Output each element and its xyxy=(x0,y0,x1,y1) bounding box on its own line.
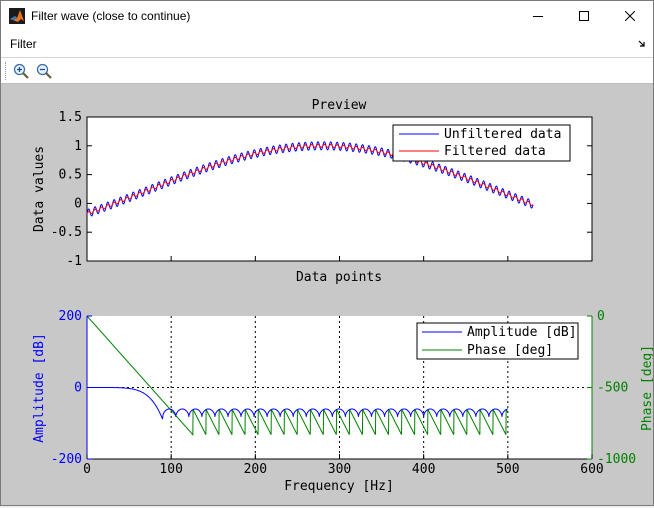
amplitude-ytick-label: 200 xyxy=(59,309,82,324)
zoom-out-button[interactable] xyxy=(34,61,54,81)
frequency-xtick-label: 100 xyxy=(159,462,182,477)
frequency-xtick-label: 400 xyxy=(412,462,435,477)
figure-canvas: Preview Data points Data values 1.5 1 0.5 0… xyxy=(1,84,654,505)
legend-label-phase: Phase [deg] xyxy=(467,343,553,358)
maximize-button[interactable] xyxy=(561,1,607,31)
legend-label-unfiltered: Unfiltered data xyxy=(444,127,561,142)
preview-title: Preview xyxy=(312,98,367,113)
close-button[interactable] xyxy=(607,1,653,31)
frequency-legend: Amplitude [dB] Phase [deg] xyxy=(416,322,579,360)
maximize-icon xyxy=(579,11,589,21)
window-title: Filter wave (close to continue) xyxy=(31,9,191,23)
dock-arrow-icon[interactable] xyxy=(637,39,647,49)
phase-ytick-label: 0 xyxy=(597,309,605,324)
amplitude-ylabel: Amplitude [dB] xyxy=(32,333,47,443)
preview-legend: Unfiltered data Filtered data xyxy=(392,124,571,162)
close-icon xyxy=(625,11,635,21)
figure-svg: Preview Data points Data values 1.5 1 0.5 0… xyxy=(32,98,654,494)
app-window: Filter wave (close to continue) Filter P… xyxy=(0,0,654,506)
menu-filter[interactable]: Filter xyxy=(10,37,37,51)
preview-ytick-label: 0.5 xyxy=(59,168,82,183)
preview-ytick-label: 1.5 xyxy=(59,110,82,125)
frequency-axes: 0 100 200 300 400 500 600 2000-200 0-500-1000 … xyxy=(32,309,654,494)
preview-ytick-label: -1 xyxy=(66,254,82,269)
zoom-in-icon xyxy=(13,63,29,79)
preview-ylabel: Data values xyxy=(32,146,47,232)
preview-axes: Preview Data points Data values 1.5 1 0.5 0… xyxy=(32,98,593,285)
zoom-in-button[interactable] xyxy=(11,61,31,81)
phase-ytick-label: -1000 xyxy=(597,452,636,467)
phase-ytick-label: -500 xyxy=(597,381,628,396)
minimize-button[interactable] xyxy=(515,1,561,31)
zoom-out-icon xyxy=(36,63,52,79)
preview-ytick-label: 1 xyxy=(74,139,82,154)
amplitude-ytick-label: -200 xyxy=(51,452,82,467)
preview-ytick-label: -0.5 xyxy=(51,225,82,240)
legend-label-filtered: Filtered data xyxy=(444,144,546,159)
phase-ylabel: Phase [deg] xyxy=(640,345,653,431)
frequency-xtick-label: 200 xyxy=(244,462,267,477)
legend-label-amplitude: Amplitude [dB] xyxy=(467,325,577,340)
menu-bar: Filter xyxy=(1,31,653,57)
frequency-xlabel: Frequency [Hz] xyxy=(284,479,394,494)
frequency-xtick-label: 300 xyxy=(328,462,351,477)
matlab-logo-icon xyxy=(9,8,25,24)
minimize-icon xyxy=(533,16,543,17)
title-bar: Filter wave (close to continue) xyxy=(1,1,653,31)
toolbar xyxy=(1,57,653,84)
amplitude-ytick-label: 0 xyxy=(74,381,82,396)
frequency-xtick-label: 0 xyxy=(83,462,91,477)
toolbar-grip xyxy=(5,62,8,80)
preview-xlabel: Data points xyxy=(296,270,382,285)
frequency-xtick-label: 500 xyxy=(496,462,519,477)
preview-ytick-label: 0 xyxy=(74,196,82,211)
